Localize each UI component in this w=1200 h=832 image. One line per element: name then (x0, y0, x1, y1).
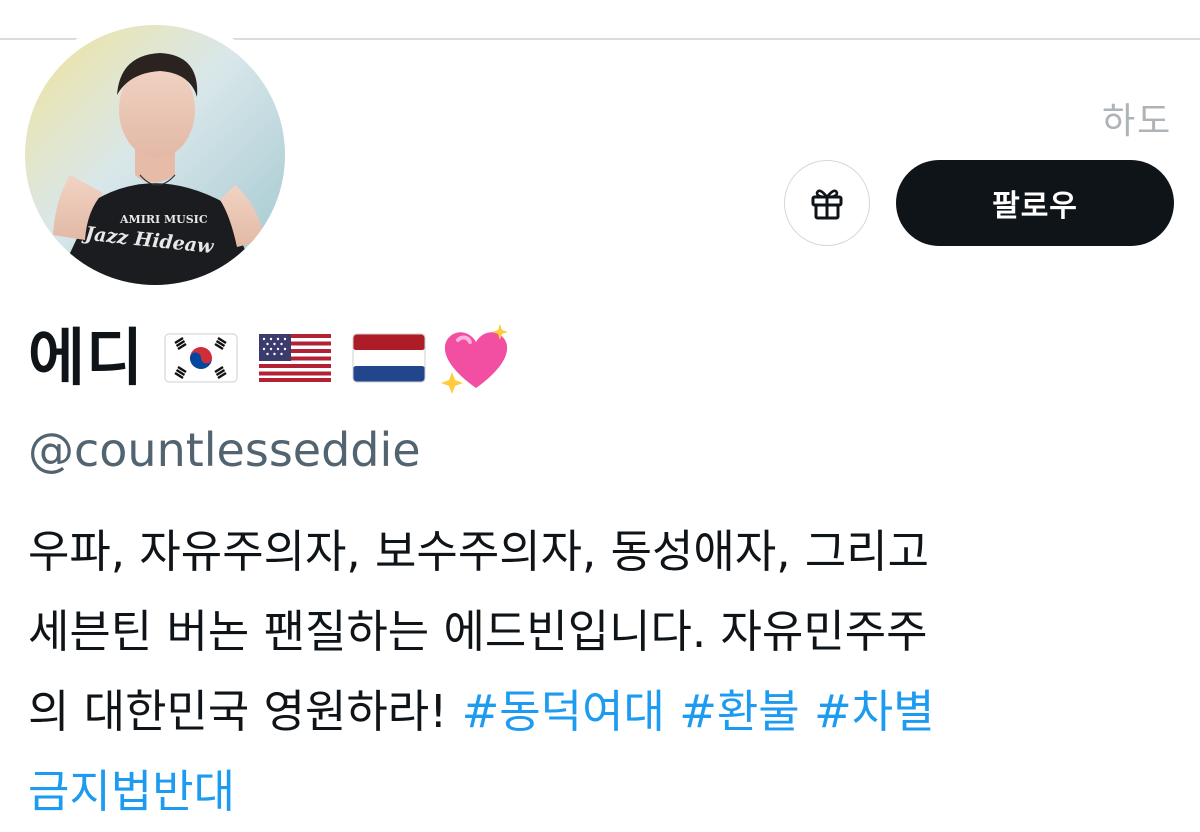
hashtag-link[interactable]: #환불 (679, 685, 800, 738)
south-korea-flag-icon (164, 333, 238, 383)
hashtag-link[interactable]: #동덕여대 (462, 685, 665, 738)
user-handle: @countlesseddie (28, 423, 421, 477)
svg-text:AMIRI MUSIC: AMIRI MUSIC (119, 213, 208, 226)
profile-bio: 우파, 자유주의자, 보수주의자, 동성애자, 그리고 세븐틴 버논 팬질하는 … (28, 512, 1178, 832)
avatar-image: AMIRI MUSIC Jazz Hideaw (25, 25, 285, 285)
bio-line-3: 의 대한민국 영원하라! #동덕여대 #환불 #차별 (28, 672, 1178, 752)
name-row: 에디 (28, 318, 514, 398)
united-states-flag-icon (258, 333, 332, 383)
gift-button[interactable] (784, 160, 870, 246)
display-name: 에디 (28, 321, 145, 394)
netherlands-flag-icon (352, 333, 426, 383)
hashtag-link[interactable]: #차별 (814, 685, 935, 738)
follow-label: 팔로우 (992, 189, 1078, 224)
bio-line-2: 세븐틴 버논 팬질하는 에드빈입니다. 자유민주주 (28, 605, 928, 658)
bio-line-1: 우파, 자유주의자, 보수주의자, 동성애자, 그리고 (28, 525, 930, 578)
corner-text: 하도 (1102, 101, 1173, 142)
sparkling-heart-icon (438, 322, 514, 394)
avatar[interactable]: AMIRI MUSIC Jazz Hideaw (25, 25, 285, 285)
hashtag-link-continued[interactable]: 금지법반대 (28, 752, 1178, 832)
follow-button[interactable]: 팔로우 (896, 160, 1174, 246)
bio-line-3-text: 의 대한민국 영원하라! (28, 685, 462, 738)
gift-icon (811, 189, 843, 220)
